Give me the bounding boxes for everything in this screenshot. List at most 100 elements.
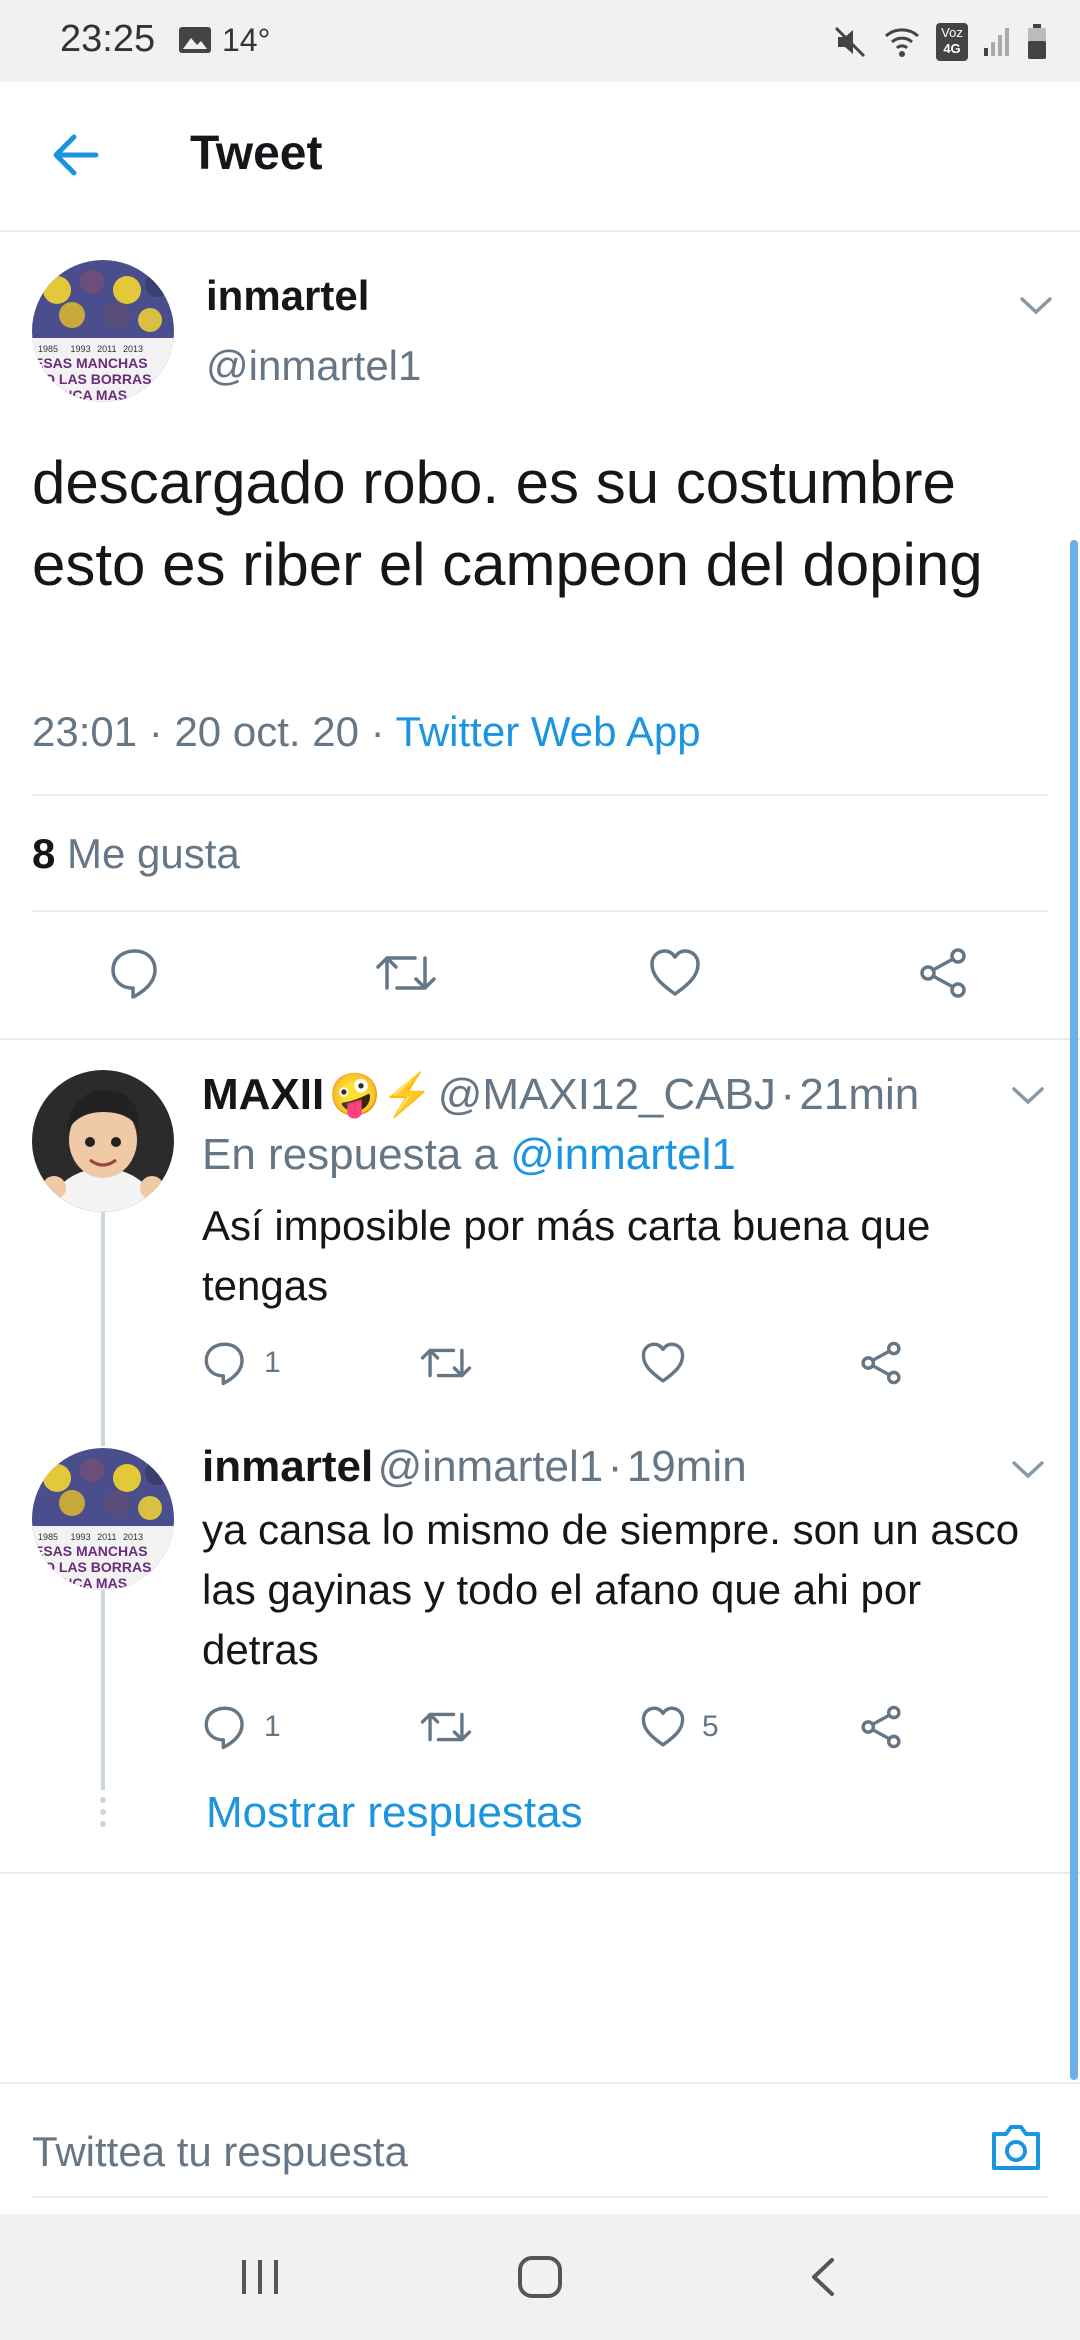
avatar-image: 1985 1993 2011 2013 ESAS MANCHAS NO LAS …: [32, 260, 174, 402]
page-title: Tweet: [190, 127, 323, 180]
reply-button[interactable]: 1: [202, 1340, 281, 1386]
in-reply-handle[interactable]: @inmartel1: [510, 1130, 736, 1179]
share-icon: [861, 1705, 901, 1749]
status-time: 23:25: [60, 18, 156, 60]
camera-icon[interactable]: [988, 2122, 1044, 2174]
like-icon[interactable]: [648, 946, 702, 1000]
in-reply-prefix: En respuesta a: [202, 1130, 498, 1179]
avatar-image: 1985 1993 2011 2013 ESAS MANCHAS NO LAS …: [32, 1448, 174, 1590]
author-avatar[interactable]: 1985 1993 2011 2013 ESAS MANCHAS NO LAS …: [32, 260, 174, 402]
author-handle[interactable]: @inmartel1: [206, 342, 421, 390]
reply-icon: [204, 1706, 244, 1750]
avatar-banner-line2: NO LAS BORRAS: [34, 1559, 151, 1575]
show-replies-link[interactable]: Mostrar respuestas: [206, 1788, 583, 1838]
like-button[interactable]: [640, 1340, 686, 1386]
share-icon[interactable]: [916, 946, 970, 1000]
divider: [32, 2196, 1048, 2198]
reply-actions: 1: [202, 1340, 1022, 1390]
reply-author-name[interactable]: inmartel: [202, 1442, 373, 1491]
reply-actions: 1 5: [202, 1704, 1022, 1754]
thread-dots: [98, 1796, 108, 1830]
image-icon: [179, 27, 211, 53]
reply-time: 19min: [626, 1442, 747, 1491]
avatar-banner-line3: NUNCA MAS: [42, 1575, 127, 1590]
retweet-button[interactable]: [420, 1342, 472, 1384]
back-button[interactable]: [40, 120, 110, 190]
tweet-date: 20 oct. 20: [174, 708, 359, 755]
reply-text: Así imposible por más carta buena que te…: [202, 1202, 931, 1309]
arrow-left-icon: [53, 134, 99, 176]
meta-separator: ·: [370, 708, 385, 755]
share-icon: [861, 1341, 901, 1385]
top-toolbar: Tweet: [0, 82, 1080, 232]
reply-author-handle[interactable]: @inmartel1: [378, 1442, 604, 1491]
in-reply-to: En respuesta a @inmartel1: [202, 1130, 736, 1180]
reply-time: 21min: [799, 1070, 920, 1119]
back-nav-icon[interactable]: [808, 2256, 838, 2298]
dots-icon: [100, 1797, 106, 1827]
chevron-down-icon[interactable]: [1008, 1454, 1048, 1484]
author-name[interactable]: inmartel: [206, 272, 369, 320]
status-icons: Voz 4G: [832, 20, 1048, 64]
chevron-down-icon[interactable]: [1016, 290, 1056, 320]
home-icon[interactable]: [516, 2254, 564, 2300]
network-label-bottom: 4G: [943, 41, 961, 56]
reply-header: inmartel @inmartel1 · 19min: [202, 1442, 1022, 1492]
meta-separator: ·: [780, 1070, 795, 1119]
divider: [0, 1872, 1080, 1874]
wifi-icon: [885, 28, 919, 57]
retweet-icon[interactable]: [375, 948, 437, 998]
like-count: 5: [702, 1710, 719, 1743]
like-icon: [641, 1706, 685, 1747]
share-button[interactable]: [858, 1340, 904, 1386]
scrollbar[interactable]: [1070, 540, 1078, 2080]
reply-author-handle[interactable]: @MAXI12_CABJ: [438, 1070, 776, 1119]
avatar-image: [32, 1070, 174, 1212]
divider: [0, 1038, 1080, 1040]
network-label-top: Voz: [941, 25, 963, 40]
reply-author-name[interactable]: MAXII: [202, 1070, 324, 1119]
avatar-banner-line3: NUNCA MAS: [42, 387, 127, 402]
reply-author-emoji: 🤪⚡: [328, 1071, 434, 1118]
avatar-banner-years: 1985 1993 2011 2013: [38, 344, 143, 354]
reply-count: 1: [264, 1710, 281, 1743]
system-nav-bar: [0, 2214, 1080, 2340]
likes-label: Me gusta: [67, 830, 240, 877]
divider: [32, 910, 1048, 912]
meta-separator: ·: [148, 708, 163, 755]
reply-avatar[interactable]: [32, 1070, 174, 1212]
status-bar: 23:25 14° Voz 4G: [0, 0, 1080, 82]
reply-header: MAXII 🤪⚡ @MAXI12_CABJ · 21min: [202, 1070, 1022, 1120]
tweet-meta: 23:01 · 20 oct. 20 · Twitter Web App: [32, 708, 701, 756]
reply-avatar[interactable]: 1985 1993 2011 2013 ESAS MANCHAS NO LAS …: [32, 1448, 174, 1590]
reply-icon[interactable]: [108, 946, 162, 1000]
like-button[interactable]: 5: [640, 1704, 719, 1750]
likes-count: 8: [32, 830, 56, 877]
retweet-button[interactable]: [420, 1706, 472, 1748]
signal-icon: [984, 28, 1009, 56]
tweet-source-link[interactable]: Twitter Web App: [396, 708, 701, 755]
avatar-banner-line1: ESAS MANCHAS: [34, 1543, 148, 1559]
battery-icon: [1028, 24, 1046, 59]
likes-summary[interactable]: 8 Me gusta: [32, 830, 240, 878]
status-temperature: 14°: [222, 22, 271, 58]
chevron-down-icon[interactable]: [1008, 1080, 1048, 1110]
recent-apps-icon[interactable]: [238, 2256, 282, 2298]
like-icon: [641, 1342, 685, 1383]
reply-button[interactable]: 1: [202, 1704, 281, 1750]
avatar-banner-years: 1985 1993 2011 2013: [38, 1532, 143, 1542]
tweet-text: descargado robo. es su costumbre esto es…: [32, 449, 983, 598]
thread-line: [101, 1212, 105, 1446]
thread-line: [101, 1590, 105, 1790]
tweet-time: 23:01: [32, 708, 138, 755]
retweet-icon: [420, 1348, 472, 1378]
reply-input[interactable]: Twittea tu respuesta: [32, 2128, 408, 2176]
meta-separator: ·: [607, 1442, 623, 1491]
tweet-actions: [0, 940, 1080, 1010]
mute-icon: [834, 26, 866, 58]
reply-count: 1: [264, 1346, 281, 1379]
retweet-icon: [420, 1712, 472, 1742]
reply-text: ya cansa lo mismo de siempre. son un asc…: [202, 1506, 1020, 1673]
share-button[interactable]: [858, 1704, 904, 1750]
divider: [32, 794, 1048, 796]
